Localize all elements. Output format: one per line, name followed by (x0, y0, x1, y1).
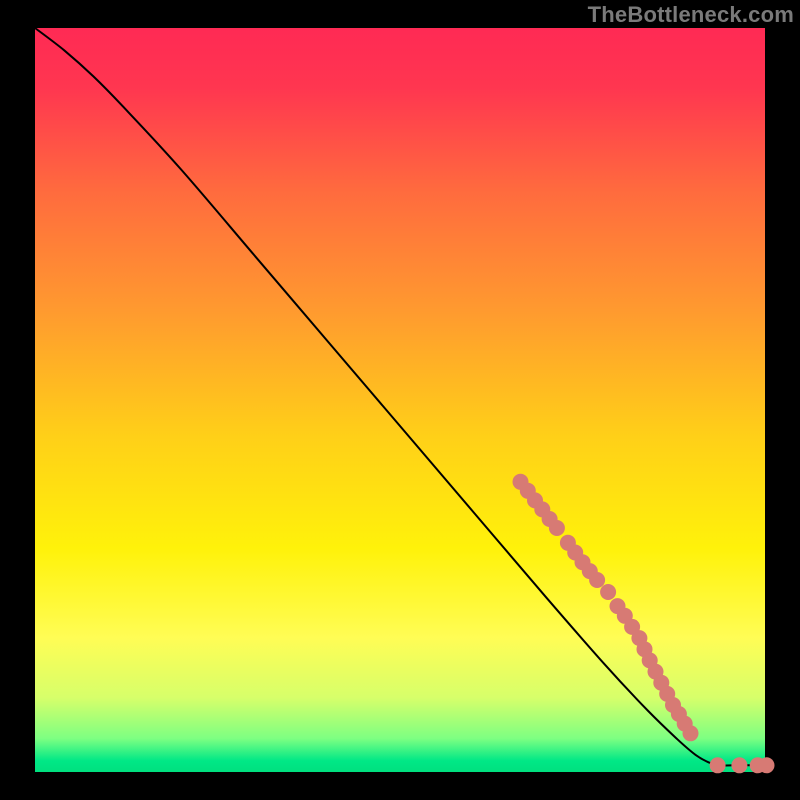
marker-dot (549, 520, 565, 536)
marker-dot (759, 757, 775, 773)
marker-dot (600, 584, 616, 600)
marker-dot (589, 572, 605, 588)
marker-dot (731, 757, 747, 773)
chart-stage: TheBottleneck.com (0, 0, 800, 800)
marker-dot (683, 725, 699, 741)
chart-svg (0, 0, 800, 800)
marker-dot (710, 757, 726, 773)
